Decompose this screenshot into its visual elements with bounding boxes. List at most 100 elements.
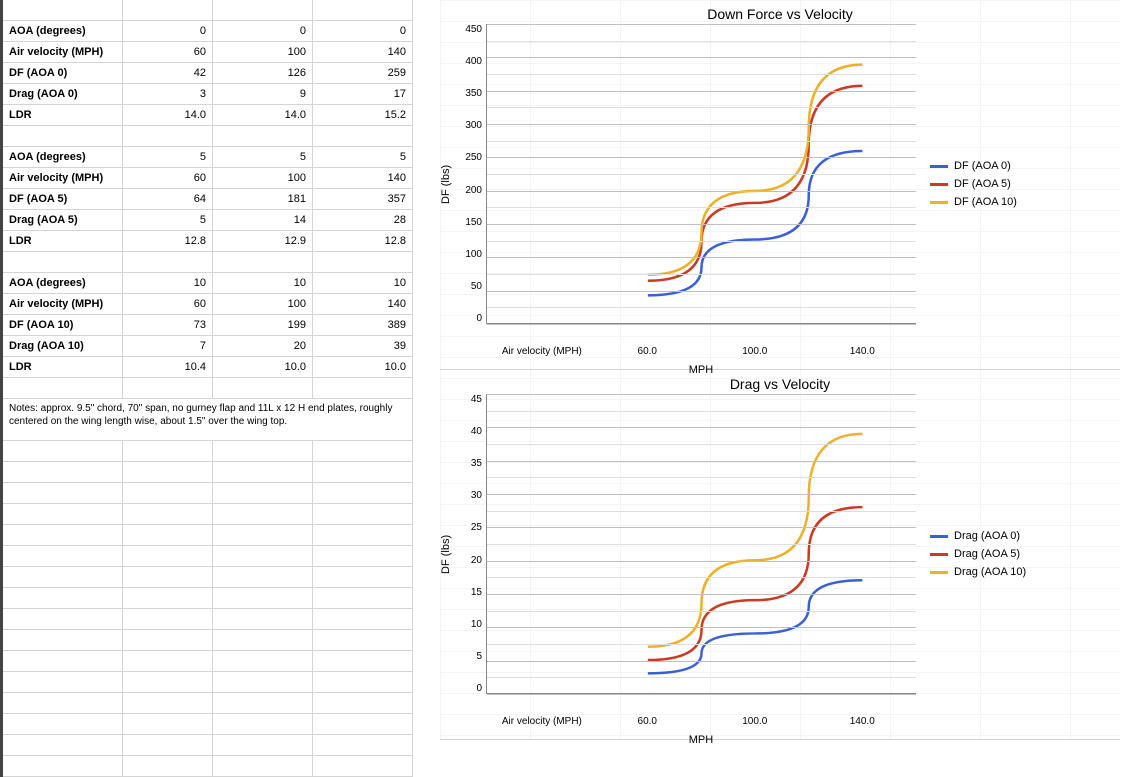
data-cell[interactable]	[213, 441, 313, 462]
data-cell[interactable]	[313, 714, 413, 735]
data-cell[interactable]: 12.9	[213, 231, 313, 252]
data-cell[interactable]	[123, 252, 213, 273]
data-cell[interactable]	[123, 462, 213, 483]
data-cell[interactable]: 10	[313, 273, 413, 294]
data-cell[interactable]: 28	[313, 210, 413, 231]
data-cell[interactable]	[313, 462, 413, 483]
row-label[interactable]: DF (AOA 10)	[3, 315, 123, 336]
row-label[interactable]: Air velocity (MPH)	[3, 168, 123, 189]
data-cell[interactable]	[123, 693, 213, 714]
data-cell[interactable]: 42	[123, 63, 213, 84]
row-label[interactable]	[3, 735, 123, 756]
data-cell[interactable]	[313, 651, 413, 672]
data-cell[interactable]	[313, 525, 413, 546]
data-cell[interactable]	[123, 546, 213, 567]
data-cell[interactable]	[123, 609, 213, 630]
data-cell[interactable]: 357	[313, 189, 413, 210]
row-label[interactable]	[3, 483, 123, 504]
row-label[interactable]: Air velocity (MPH)	[3, 42, 123, 63]
data-cell[interactable]: 181	[213, 189, 313, 210]
data-cell[interactable]: 5	[213, 147, 313, 168]
row-label[interactable]	[3, 651, 123, 672]
data-cell[interactable]	[313, 630, 413, 651]
data-cell[interactable]	[123, 672, 213, 693]
data-cell[interactable]	[313, 126, 413, 147]
data-cell[interactable]: 20	[213, 336, 313, 357]
row-label[interactable]	[3, 462, 123, 483]
data-cell[interactable]	[213, 504, 313, 525]
data-cell[interactable]	[213, 546, 313, 567]
row-label[interactable]: LDR	[3, 357, 123, 378]
data-cell[interactable]	[213, 483, 313, 504]
row-label[interactable]	[3, 630, 123, 651]
data-cell[interactable]: 389	[313, 315, 413, 336]
data-cell[interactable]: 0	[123, 21, 213, 42]
data-cell[interactable]: 5	[123, 210, 213, 231]
data-cell[interactable]: 15.2	[313, 105, 413, 126]
data-cell[interactable]	[213, 588, 313, 609]
row-label[interactable]: Air velocity (MPH)	[3, 294, 123, 315]
row-label[interactable]	[3, 441, 123, 462]
data-cell[interactable]	[313, 735, 413, 756]
row-label[interactable]	[3, 672, 123, 693]
data-cell[interactable]	[213, 651, 313, 672]
row-label[interactable]: Drag (AOA 5)	[3, 210, 123, 231]
row-label[interactable]: DF (AOA 0)	[3, 63, 123, 84]
data-cell[interactable]: 140	[313, 294, 413, 315]
data-cell[interactable]: 5	[313, 147, 413, 168]
data-cell[interactable]: 73	[123, 315, 213, 336]
data-cell[interactable]: 60	[123, 168, 213, 189]
data-cell[interactable]: 3	[123, 84, 213, 105]
data-cell[interactable]: 10.0	[313, 357, 413, 378]
data-cell[interactable]	[213, 609, 313, 630]
data-cell[interactable]	[123, 504, 213, 525]
data-cell[interactable]	[313, 252, 413, 273]
data-cell[interactable]: 0	[313, 21, 413, 42]
row-label[interactable]	[3, 378, 123, 399]
data-cell[interactable]	[213, 378, 313, 399]
data-cell[interactable]	[123, 756, 213, 777]
data-cell[interactable]: 10.0	[213, 357, 313, 378]
notes-text[interactable]: Notes: approx. 9.5" chord, 70" span, no …	[3, 399, 413, 441]
data-cell[interactable]: 12.8	[123, 231, 213, 252]
row-label[interactable]	[3, 252, 123, 273]
data-cell[interactable]: 126	[213, 63, 313, 84]
row-label[interactable]	[3, 546, 123, 567]
row-label[interactable]: LDR	[3, 105, 123, 126]
data-cell[interactable]: 12.8	[313, 231, 413, 252]
data-cell[interactable]: 7	[123, 336, 213, 357]
data-cell[interactable]	[213, 714, 313, 735]
data-cell[interactable]: 64	[123, 189, 213, 210]
data-cell[interactable]	[313, 567, 413, 588]
row-label[interactable]	[3, 567, 123, 588]
data-cell[interactable]: 39	[313, 336, 413, 357]
data-cell[interactable]	[123, 651, 213, 672]
data-cell[interactable]	[123, 588, 213, 609]
data-cell[interactable]	[313, 0, 413, 21]
row-label[interactable]	[3, 693, 123, 714]
data-cell[interactable]	[313, 504, 413, 525]
data-cell[interactable]	[123, 735, 213, 756]
data-cell[interactable]	[313, 672, 413, 693]
data-cell[interactable]	[213, 756, 313, 777]
data-cell[interactable]: 100	[213, 294, 313, 315]
data-cell[interactable]	[123, 483, 213, 504]
data-cell[interactable]	[213, 567, 313, 588]
data-cell[interactable]: 10	[123, 273, 213, 294]
row-label[interactable]: Drag (AOA 10)	[3, 336, 123, 357]
data-cell[interactable]: 140	[313, 42, 413, 63]
data-cell[interactable]: 14.0	[123, 105, 213, 126]
data-cell[interactable]: 10.4	[123, 357, 213, 378]
data-cell[interactable]: 14	[213, 210, 313, 231]
data-cell[interactable]	[313, 756, 413, 777]
row-label[interactable]: DF (AOA 5)	[3, 189, 123, 210]
row-label[interactable]: AOA (degrees)	[3, 147, 123, 168]
data-cell[interactable]	[313, 609, 413, 630]
data-cell[interactable]	[313, 378, 413, 399]
data-cell[interactable]: 5	[123, 147, 213, 168]
row-label[interactable]	[3, 525, 123, 546]
data-cell[interactable]	[313, 441, 413, 462]
data-cell[interactable]	[213, 630, 313, 651]
row-label[interactable]: AOA (degrees)	[3, 273, 123, 294]
data-cell[interactable]	[123, 525, 213, 546]
